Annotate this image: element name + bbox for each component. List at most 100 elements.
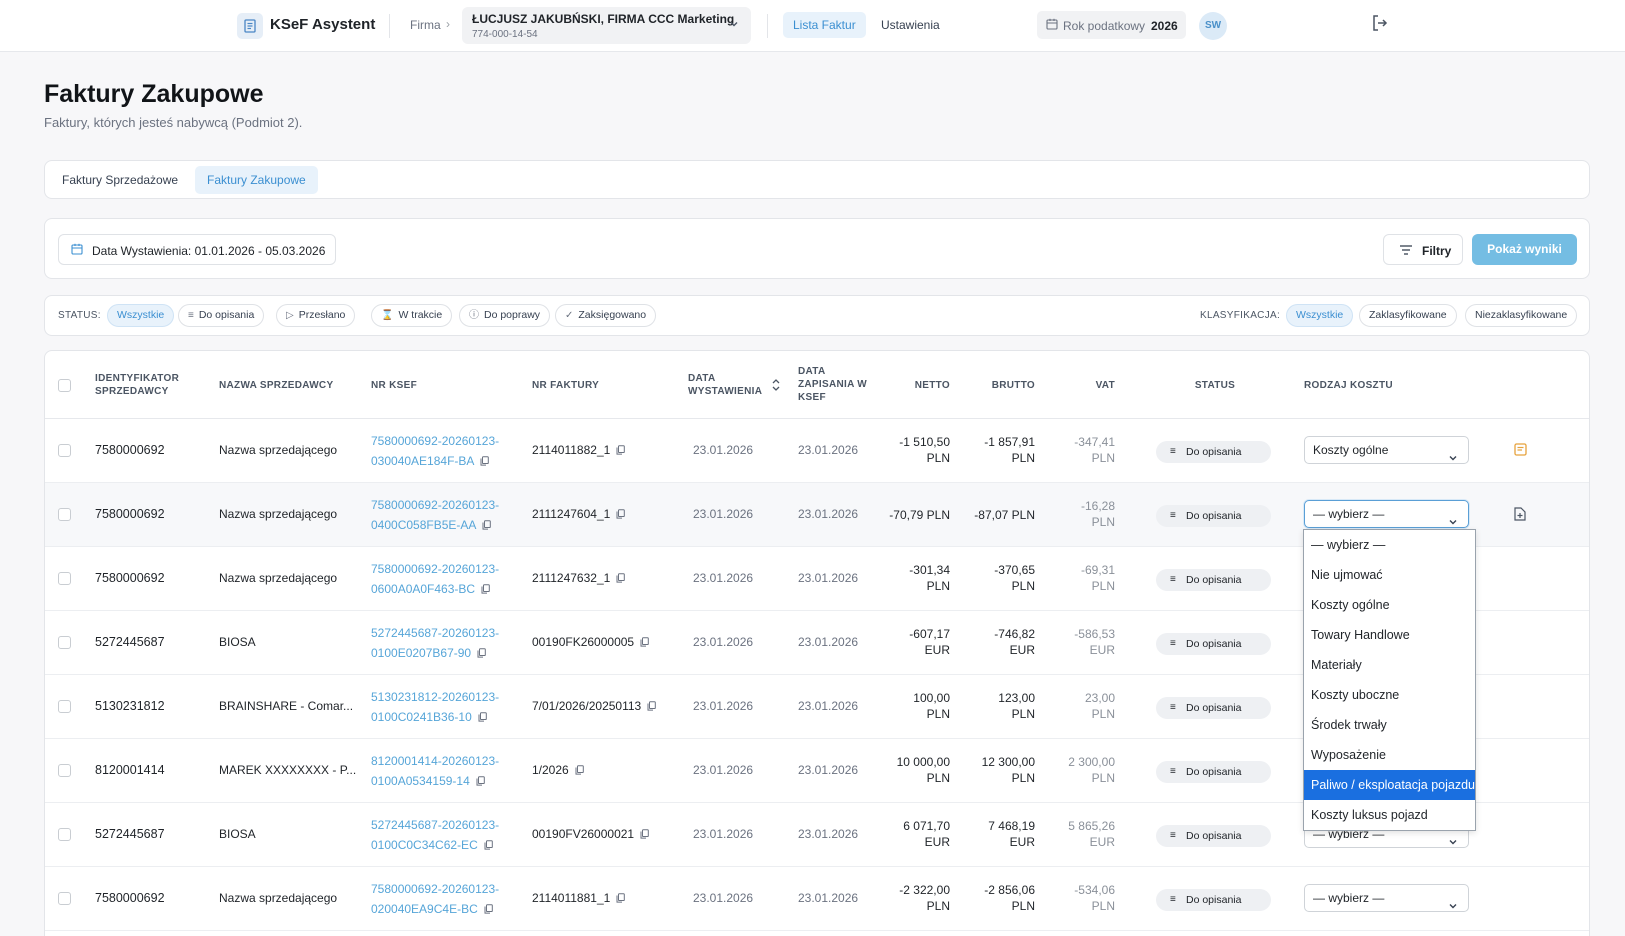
gross-currency: PLN: [1011, 771, 1035, 785]
chip-class-zaklasyfikowane[interactable]: Zaklasyfikowane: [1359, 304, 1457, 327]
ksef-number-link[interactable]: 8120001414-20260123- 0100A0534159-14: [371, 751, 499, 792]
vat-currency: PLN: [1091, 579, 1115, 593]
ksef-number-line-2: 0600A0A0F463-BC: [371, 579, 499, 600]
gross-amount: 12 300,00 PLN: [960, 754, 1035, 786]
cost-type-dropdown[interactable]: — wybierz — Nie ujmować Koszty ogólne Towar…: [1303, 529, 1476, 831]
copy-icon[interactable]: [481, 580, 490, 600]
dropdown-option[interactable]: — wybierz —: [1304, 530, 1475, 560]
net-value: -1 510,50: [899, 435, 950, 449]
gross-amount: 7 468,19 EUR: [960, 818, 1035, 850]
copy-icon[interactable]: [575, 764, 584, 778]
filters-button[interactable]: Filtry: [1383, 234, 1463, 265]
copy-icon[interactable]: [480, 452, 490, 472]
status-text: Do opisania: [1186, 830, 1242, 842]
dropdown-option[interactable]: Koszty luksus pojazd: [1304, 800, 1475, 830]
status-text: Do opisania: [1186, 702, 1242, 714]
ksef-number-link[interactable]: 5272445687-20260123- 0100C0C34C62-EC: [371, 815, 499, 856]
cost-type-select[interactable]: — wybierz —: [1304, 500, 1469, 528]
chip-class-niezaklasyfikowane[interactable]: Niezaklasyfikowane: [1465, 304, 1578, 327]
nav-ustawienia[interactable]: Ustawienia: [881, 18, 940, 32]
copy-icon[interactable]: [476, 772, 485, 792]
copy-icon[interactable]: [616, 444, 626, 458]
note-icon[interactable]: [1514, 443, 1527, 456]
row-checkbox[interactable]: [58, 892, 71, 905]
sort-icon[interactable]: [772, 378, 780, 392]
ksef-number-link[interactable]: 5272445687-20260123- 0100E0207B67-90: [371, 623, 499, 664]
row-checkbox[interactable]: [58, 828, 71, 841]
ksef-number-link[interactable]: 7580000692-20260123- 0600A0A0F463-BC: [371, 559, 499, 600]
net-value: 100,00: [913, 691, 950, 705]
document-icon[interactable]: [1514, 507, 1526, 521]
dropdown-option[interactable]: Towary Handlowe: [1304, 620, 1475, 650]
company-selector[interactable]: ŁUCJUSZ JAKUBŃSKI, FIRMA CCC Marketing 7…: [462, 7, 751, 44]
divider: [767, 14, 768, 38]
ksef-number-link[interactable]: 7580000692-20260123- 0400C058FB5E-AA: [371, 495, 499, 536]
saved-date: 23.01.2026: [798, 891, 859, 905]
net-value: -607,17: [909, 627, 950, 641]
gross-value: -370,65: [994, 563, 1035, 577]
avatar[interactable]: SW: [1199, 12, 1227, 40]
chip-status-wszystkie[interactable]: Wszystkie: [107, 304, 175, 327]
nav-lista-faktur[interactable]: Lista Faktur: [783, 12, 866, 38]
chip-class-wszystkie[interactable]: Wszystkie: [1286, 304, 1354, 327]
dropdown-option[interactable]: Koszty uboczne: [1304, 680, 1475, 710]
ksef-number-link[interactable]: 7580000692-20260123- 020040EA9C4E-BC: [371, 879, 499, 920]
seller-name: Nazwa sprzedającego: [219, 571, 338, 585]
chevron-down-icon: [1448, 830, 1458, 856]
gross-currency: PLN: [1011, 899, 1035, 913]
dropdown-option[interactable]: Nie ujmować: [1304, 560, 1475, 590]
copy-icon[interactable]: [477, 644, 486, 664]
ksef-number-link[interactable]: 7580000692-20260123- 030040AE184F-BA: [371, 431, 499, 472]
chip-status-do-poprawy[interactable]: ⓘ Do poprawy: [459, 304, 551, 327]
ksef-number-link[interactable]: 5130231812-20260123- 0100C0241B36-10: [371, 687, 499, 728]
show-results-button[interactable]: Pokaż wyniki: [1472, 234, 1577, 265]
table-row[interactable]: 7580000692 Nazwa sprzedającego 7580000692-…: [45, 419, 1589, 483]
net-amount: 6 071,70 EUR: [875, 818, 950, 850]
copy-icon[interactable]: [482, 516, 492, 536]
row-checkbox[interactable]: [58, 572, 71, 585]
status-text: Do opisania: [1186, 766, 1242, 778]
col-header-issue-date[interactable]: DATA WYSTAWIENIA: [688, 372, 768, 398]
chip-status-zaksiegowano[interactable]: ✓ Zaksięgowano: [555, 304, 657, 327]
calendar-icon: [1046, 18, 1058, 30]
status-badge: ≡ Do opisania: [1156, 441, 1271, 463]
vat-amount: -16,28 PLN: [1045, 498, 1115, 530]
saved-date: 23.01.2026: [798, 827, 859, 841]
row-checkbox[interactable]: [58, 636, 71, 649]
copy-icon[interactable]: [484, 836, 493, 856]
dropdown-option[interactable]: Wyposażenie: [1304, 740, 1475, 770]
copy-icon[interactable]: [616, 572, 626, 586]
dropdown-option[interactable]: Materiały: [1304, 650, 1475, 680]
chip-status-przeslano[interactable]: ▷ Przesłano: [276, 304, 356, 327]
copy-icon[interactable]: [616, 892, 626, 906]
logout-icon[interactable]: [1371, 14, 1389, 32]
tab-faktury-sprzedazowe[interactable]: Faktury Sprzedażowe: [50, 166, 190, 194]
copy-icon[interactable]: [640, 828, 649, 842]
chip-status-do-opisania[interactable]: ≡ Do opisania: [178, 304, 265, 327]
row-checkbox[interactable]: [58, 764, 71, 777]
cost-type-select[interactable]: Koszty ogólne: [1304, 436, 1469, 464]
dropdown-option[interactable]: Koszty ogólne: [1304, 590, 1475, 620]
gross-amount: -370,65 PLN: [960, 562, 1035, 594]
copy-icon[interactable]: [484, 900, 493, 920]
tax-year-selector[interactable]: Rok podatkowy 2026: [1037, 11, 1186, 39]
gross-amount: -87,07 PLN: [960, 507, 1035, 523]
chip-status-w-trakcie[interactable]: ⌛ W trakcie: [371, 304, 453, 327]
copy-icon[interactable]: [647, 700, 657, 714]
copy-icon[interactable]: [478, 708, 487, 728]
row-checkbox[interactable]: [58, 508, 71, 521]
dropdown-option[interactable]: Środek trwały: [1304, 710, 1475, 740]
tab-faktury-zakupowe[interactable]: Faktury Zakupowe: [195, 166, 318, 194]
select-all-checkbox[interactable]: [58, 379, 71, 392]
page-title: Faktury Zakupowe: [44, 80, 264, 108]
invoice-number-text: 1/2026: [532, 763, 569, 777]
table-row[interactable]: 7580000692 Nazwa sprzedającego 7580000692-…: [45, 867, 1589, 931]
row-checkbox[interactable]: [58, 444, 71, 457]
cost-type-select[interactable]: — wybierz —: [1304, 884, 1469, 912]
copy-icon[interactable]: [640, 636, 649, 650]
net-currency: PLN: [926, 771, 950, 785]
dropdown-option[interactable]: Paliwo / eksploatacja pojazdu: [1304, 770, 1475, 800]
row-checkbox[interactable]: [58, 700, 71, 713]
copy-icon[interactable]: [616, 508, 626, 522]
date-range-button[interactable]: Data Wystawienia: 01.01.2026 - 05.03.202…: [58, 234, 336, 265]
